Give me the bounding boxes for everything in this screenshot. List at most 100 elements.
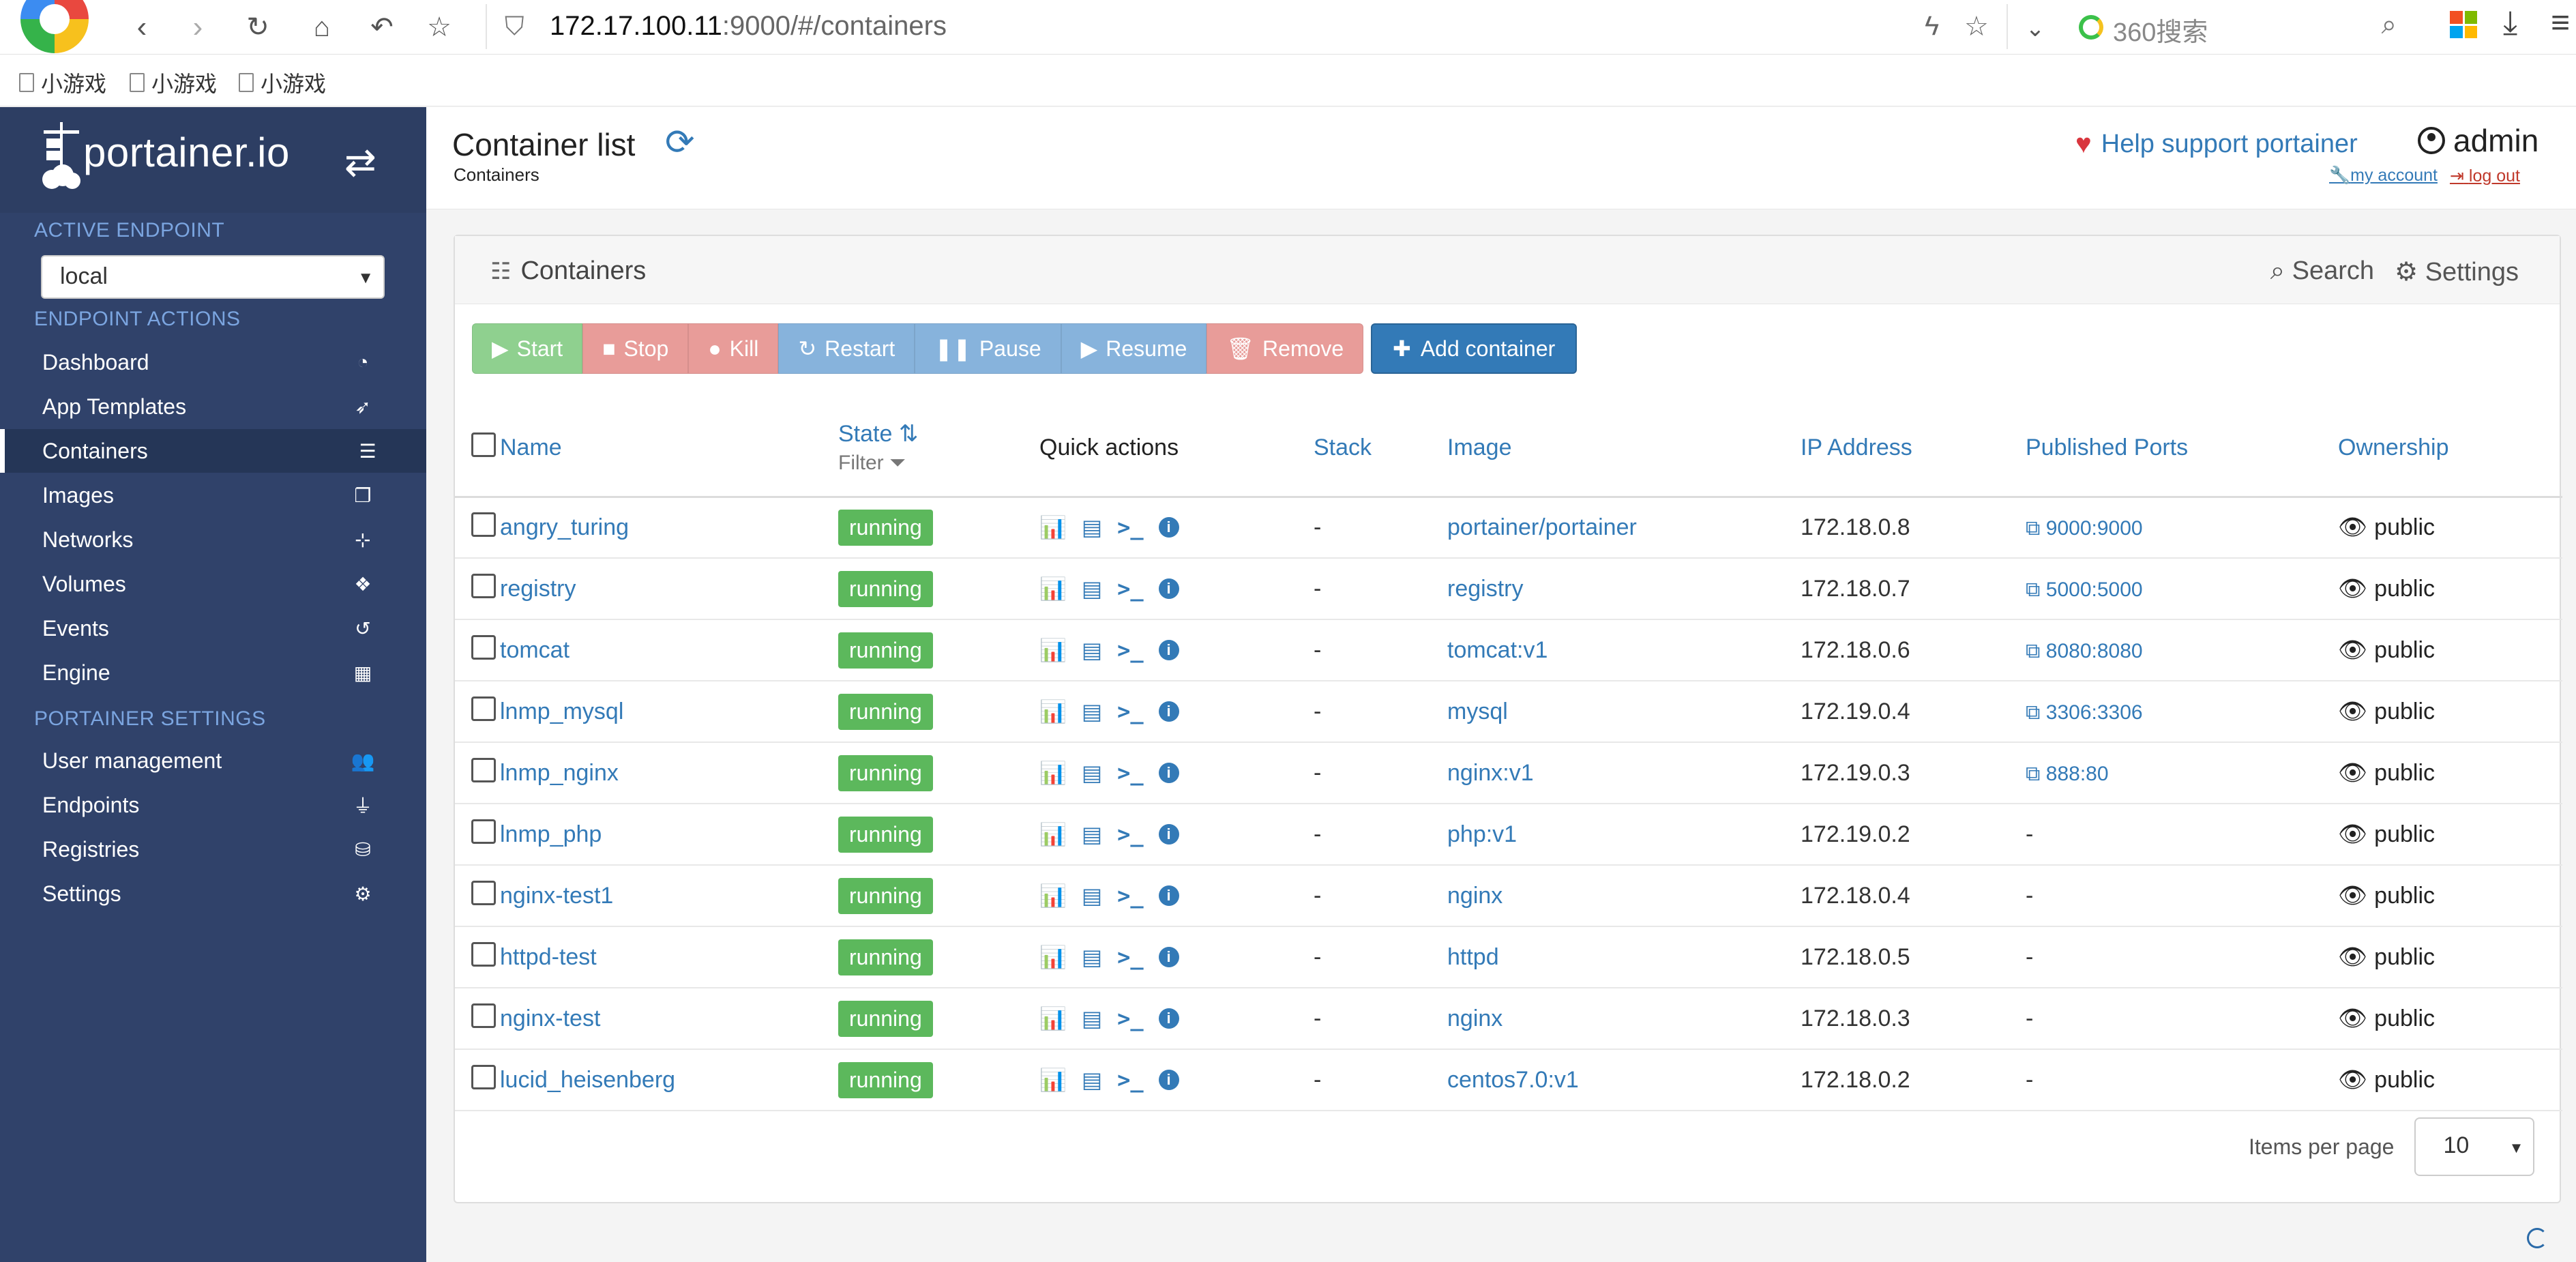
table-row[interactable]: nginx-test running 📊 ▤ >_ i - nginx 172.… <box>455 988 2562 1049</box>
sidebar-item-volumes[interactable]: Volumes ❖ <box>0 562 426 606</box>
ip-column-header[interactable]: IP Address <box>1801 435 1912 460</box>
ownership-column-header[interactable]: Ownership <box>2338 435 2449 460</box>
logs-file-icon[interactable]: ▤ <box>1082 514 1102 540</box>
stop-button[interactable]: ■ Stop <box>582 323 689 374</box>
my-account-link[interactable]: 🔧my account <box>2329 166 2438 186</box>
table-row[interactable]: lucid_heisenberg running 📊 ▤ >_ i - cent… <box>455 1049 2562 1111</box>
info-circle-icon[interactable]: i <box>1158 1070 1179 1090</box>
row-checkbox[interactable] <box>471 941 496 967</box>
sidebar-item-dashboard[interactable]: Dashboard ◔ <box>0 340 426 384</box>
row-checkbox[interactable] <box>471 757 496 782</box>
logs-file-icon[interactable]: ▤ <box>1082 699 1102 724</box>
row-checkbox[interactable] <box>471 819 496 844</box>
bookmark-item[interactable]: 小游戏 <box>239 67 326 98</box>
sidebar-item-events[interactable]: Events ↺ <box>0 606 426 650</box>
forward-icon[interactable]: › <box>179 8 217 46</box>
resume-button[interactable]: ▶ Resume <box>1061 323 1207 374</box>
console-terminal-icon[interactable]: >_ <box>1117 514 1144 540</box>
container-name-link[interactable]: tomcat <box>500 637 569 663</box>
image-link[interactable]: tomcat:v1 <box>1447 637 1548 663</box>
ports-column-header[interactable]: Published Ports <box>2026 435 2188 460</box>
published-port-link[interactable]: ⧉ 9000:9000 <box>2026 517 2143 540</box>
container-name-link[interactable]: registry <box>500 576 576 602</box>
console-terminal-icon[interactable]: >_ <box>1117 821 1144 847</box>
dropdown-icon[interactable]: ⌄ <box>2016 10 2054 48</box>
image-link[interactable]: nginx:v1 <box>1447 760 1534 786</box>
sidebar-item-settings[interactable]: Settings ⚙ <box>0 872 426 915</box>
console-terminal-icon[interactable]: >_ <box>1117 637 1144 663</box>
bookmark-item[interactable]: 小游戏 <box>130 67 217 98</box>
bookmark-item[interactable]: 小游戏 <box>19 67 106 98</box>
info-circle-icon[interactable]: i <box>1158 578 1179 599</box>
logs-file-icon[interactable]: ▤ <box>1082 1067 1102 1093</box>
info-circle-icon[interactable]: i <box>1158 1008 1179 1029</box>
stats-chart-icon[interactable]: 📊 <box>1039 576 1067 602</box>
table-row[interactable]: registry running 📊 ▤ >_ i - registry 172… <box>455 558 2562 619</box>
row-checkbox[interactable] <box>471 880 496 905</box>
console-terminal-icon[interactable]: >_ <box>1117 944 1144 970</box>
image-column-header[interactable]: Image <box>1447 435 1512 460</box>
stats-chart-icon[interactable]: 📊 <box>1039 944 1067 970</box>
image-link[interactable]: centos7.0:v1 <box>1447 1067 1579 1093</box>
image-link[interactable]: mysql <box>1447 699 1508 724</box>
image-link[interactable]: nginx <box>1447 883 1502 909</box>
console-terminal-icon[interactable]: >_ <box>1117 883 1144 909</box>
add-container-button[interactable]: ✚ Add container <box>1371 323 1578 374</box>
sidebar-item-endpoints[interactable]: Endpoints ⏚ <box>0 783 426 827</box>
endpoint-select[interactable]: local ▼ <box>41 255 385 299</box>
portainer-logo-icon[interactable] <box>40 121 87 196</box>
info-circle-icon[interactable]: i <box>1158 701 1179 722</box>
logs-file-icon[interactable]: ▤ <box>1082 944 1102 970</box>
apps-icon[interactable] <box>2450 11 2477 38</box>
logs-file-icon[interactable]: ▤ <box>1082 576 1102 602</box>
container-name-link[interactable]: httpd-test <box>500 944 597 970</box>
published-port-link[interactable]: ⧉ 888:80 <box>2026 763 2109 785</box>
bookmark-star-icon[interactable]: ☆ <box>1964 11 1989 42</box>
stats-chart-icon[interactable]: 📊 <box>1039 637 1067 663</box>
search-engine-box[interactable]: 360搜索 ⌕ <box>2073 7 2401 48</box>
stats-chart-icon[interactable]: 📊 <box>1039 821 1067 847</box>
state-column-header[interactable]: State ⇅ <box>838 421 918 447</box>
info-circle-icon[interactable]: i <box>1158 947 1179 967</box>
logs-file-icon[interactable]: ▤ <box>1082 821 1102 847</box>
console-terminal-icon[interactable]: >_ <box>1117 1006 1144 1031</box>
image-link[interactable]: nginx <box>1447 1006 1502 1031</box>
sidebar-item-user-management[interactable]: User management 👥 <box>0 739 426 782</box>
row-checkbox[interactable] <box>471 1003 496 1028</box>
stack-column-header[interactable]: Stack <box>1314 435 1372 460</box>
container-name-link[interactable]: lnmp_nginx <box>500 760 619 786</box>
address-bar[interactable]: ⛉ 172.17.100.11:9000/#/containers ϟ ☆ <box>486 4 2008 49</box>
logo-text[interactable]: portainer.io <box>83 129 290 176</box>
table-row[interactable]: httpd-test running 📊 ▤ >_ i - httpd 172.… <box>455 926 2562 988</box>
undo-icon[interactable]: ↶ <box>363 8 401 46</box>
container-name-link[interactable]: lucid_heisenberg <box>500 1067 675 1093</box>
star-icon[interactable]: ☆ <box>420 8 458 46</box>
table-row[interactable]: nginx-test1 running 📊 ▤ >_ i - nginx 172… <box>455 865 2562 926</box>
info-circle-icon[interactable]: i <box>1158 640 1179 660</box>
sidebar-item-containers[interactable]: Containers ☰ <box>0 429 426 473</box>
published-port-link[interactable]: ⧉ 5000:5000 <box>2026 578 2143 601</box>
home-icon[interactable]: ⌂ <box>303 8 341 46</box>
logs-file-icon[interactable]: ▤ <box>1082 883 1102 909</box>
console-terminal-icon[interactable]: >_ <box>1117 760 1144 786</box>
pause-button[interactable]: ❚❚ Pause <box>915 323 1061 374</box>
download-icon[interactable]: ⤓ <box>2503 4 2517 42</box>
row-checkbox[interactable] <box>471 696 496 721</box>
image-link[interactable]: portainer/portainer <box>1447 514 1637 540</box>
image-link[interactable]: httpd <box>1447 944 1499 970</box>
sidebar-item-engine[interactable]: Engine ▦ <box>0 651 426 694</box>
sidebar-item-registries[interactable]: Registries ⛁ <box>0 827 426 871</box>
info-circle-icon[interactable]: i <box>1158 824 1179 845</box>
info-circle-icon[interactable]: i <box>1158 763 1179 783</box>
published-port-link[interactable]: ⧉ 3306:3306 <box>2026 701 2143 724</box>
container-name-link[interactable]: lnmp_mysql <box>500 699 623 724</box>
row-checkbox[interactable] <box>471 573 496 598</box>
stats-chart-icon[interactable]: 📊 <box>1039 699 1067 724</box>
image-link[interactable]: php:v1 <box>1447 821 1517 847</box>
row-checkbox[interactable] <box>471 634 496 660</box>
container-name-link[interactable]: angry_turing <box>500 514 629 540</box>
kill-button[interactable]: ● Kill <box>688 323 779 374</box>
remove-button[interactable]: 🗑 Remove <box>1206 323 1364 374</box>
console-terminal-icon[interactable]: >_ <box>1117 1067 1144 1093</box>
items-per-page-select[interactable]: 10 ▼ <box>2414 1117 2535 1176</box>
